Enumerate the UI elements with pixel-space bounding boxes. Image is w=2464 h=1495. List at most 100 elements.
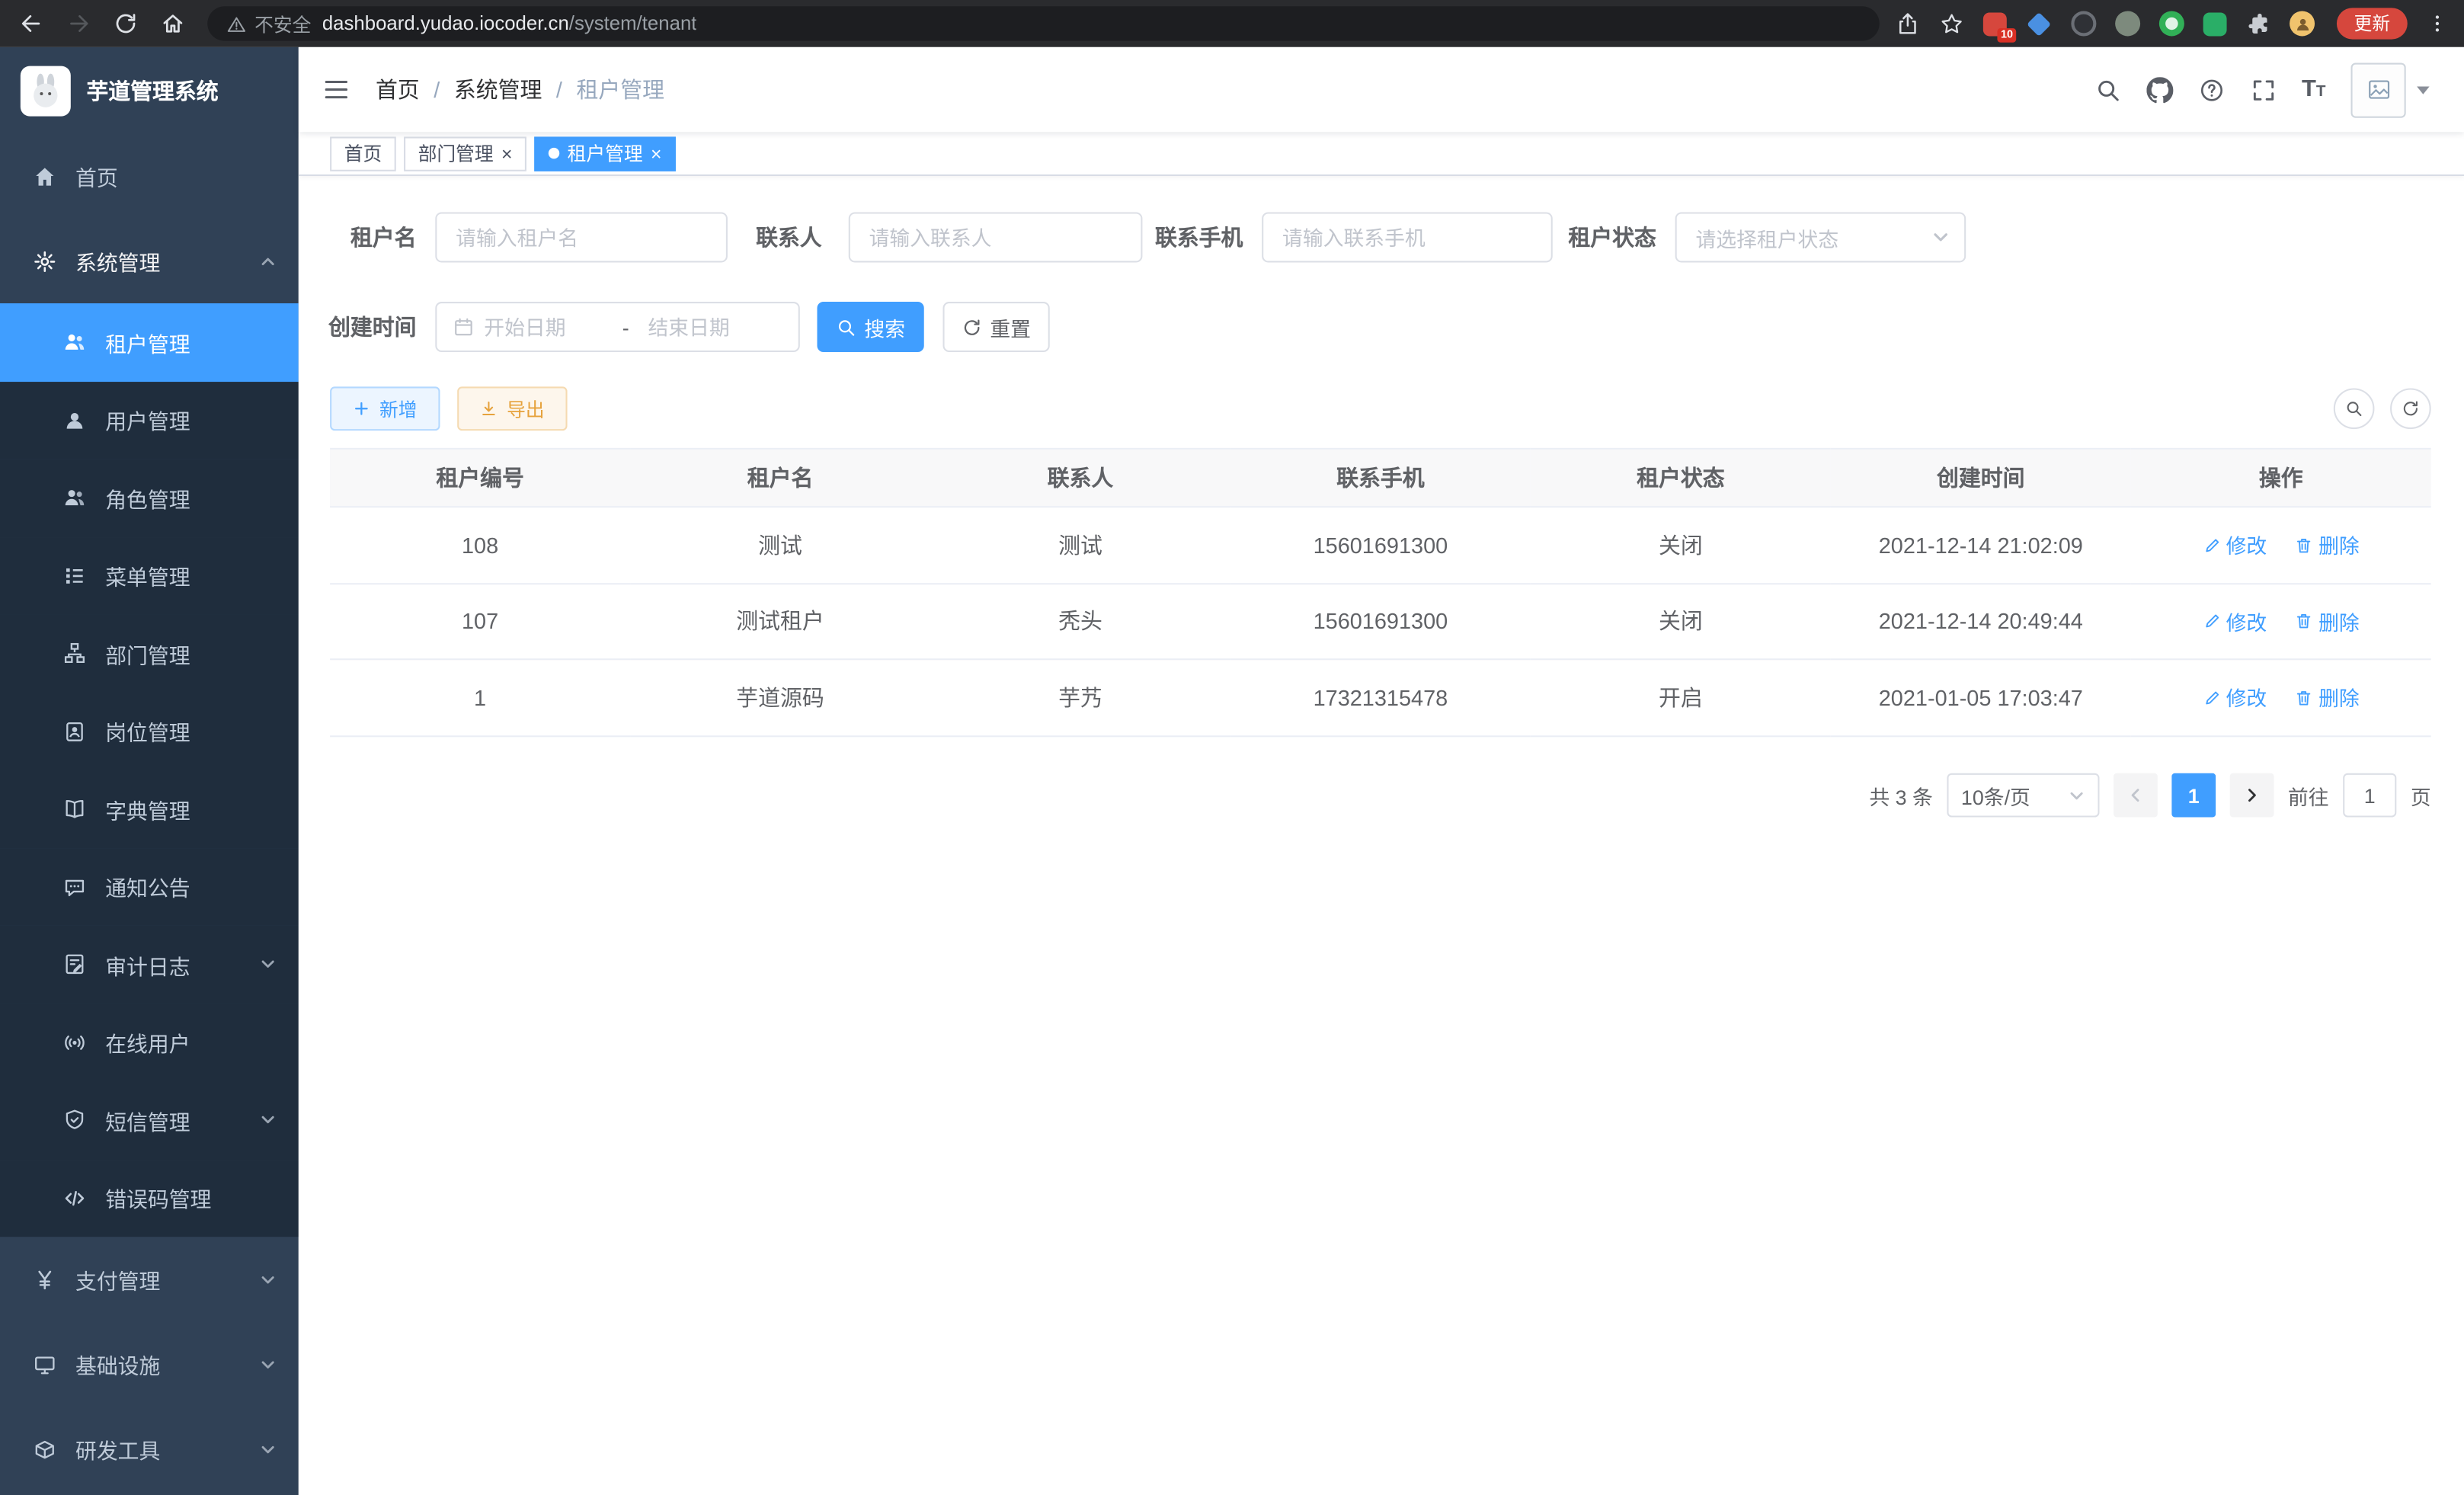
sidebar-item-user-mgmt[interactable]: 用户管理: [0, 381, 299, 459]
header-search-icon[interactable]: [2094, 76, 2121, 103]
status-select[interactable]: 请选择租户状态: [1675, 212, 1966, 262]
extension-icon-6[interactable]: [2203, 11, 2227, 35]
search-button[interactable]: 搜索: [818, 302, 924, 352]
col-tenant-id: 租户编号: [330, 449, 630, 507]
chevron-left-icon: [2126, 786, 2145, 805]
sidebar-item-role-mgmt[interactable]: 角色管理: [0, 459, 299, 536]
delete-link[interactable]: 删除: [2295, 530, 2360, 560]
profile-avatar-icon[interactable]: [2290, 11, 2315, 36]
extension-icon-2[interactable]: [2027, 11, 2051, 36]
goto-page-input[interactable]: [2343, 773, 2396, 818]
toggle-search-button[interactable]: [2334, 388, 2375, 429]
sidebar-item-label: 部门管理: [105, 638, 190, 669]
help-icon[interactable]: [2198, 76, 2225, 103]
add-button[interactable]: 新增: [330, 386, 440, 431]
export-button[interactable]: 导出: [457, 386, 567, 431]
refresh-table-button[interactable]: [2390, 388, 2431, 429]
tab-label: 首页: [344, 140, 382, 167]
reload-icon[interactable]: [114, 11, 139, 36]
sidebar-item-dev-tools[interactable]: 研发工具: [0, 1407, 299, 1491]
extension-icon-4[interactable]: [2115, 11, 2140, 36]
refresh-icon: [2402, 399, 2421, 418]
date-start-input[interactable]: [484, 315, 603, 339]
sidebar-item-dict-mgmt[interactable]: 字典管理: [0, 770, 299, 848]
delete-link[interactable]: 删除: [2295, 607, 2360, 636]
tab-dept-mgmt[interactable]: 部门管理 ×: [404, 136, 526, 170]
bookmark-star-icon[interactable]: [1939, 11, 1964, 36]
sidebar-item-payment-mgmt[interactable]: 支付管理: [0, 1237, 299, 1321]
tenant-id-cell: 108: [330, 507, 630, 583]
close-icon[interactable]: ×: [501, 144, 512, 163]
sidebar-item-audit-log[interactable]: 审计日志: [0, 926, 299, 1004]
breadcrumb-system-mgmt[interactable]: 系统管理: [454, 74, 542, 105]
created-cell: 2021-01-05 17:03:47: [1831, 659, 2131, 735]
fullscreen-icon[interactable]: [2250, 76, 2277, 103]
reset-button[interactable]: 重置: [943, 302, 1050, 352]
tags-view-bar: 首页 部门管理 × 租户管理 ×: [299, 132, 2464, 176]
status-label: 租户状态: [1540, 212, 1656, 262]
page-number-1[interactable]: 1: [2171, 773, 2216, 818]
phone-input[interactable]: [1262, 212, 1553, 262]
sidebar-item-error-code-mgmt[interactable]: 错误码管理: [0, 1159, 299, 1237]
sidebar-item-online-users[interactable]: 在线用户: [0, 1004, 299, 1081]
extension-icon-1[interactable]: 10: [1983, 11, 2007, 35]
sidebar-item-sms-mgmt[interactable]: 短信管理: [0, 1081, 299, 1159]
browser-home-icon[interactable]: [160, 11, 185, 36]
kebab-menu-icon[interactable]: [2427, 13, 2449, 35]
col-contact: 联系人: [930, 449, 1230, 507]
monitor-icon: [33, 1353, 56, 1376]
prev-page-button[interactable]: [2114, 773, 2158, 818]
address-bar[interactable]: 不安全 dashboard.yudao.iocoder.cn/system/te…: [207, 6, 1880, 40]
tenant-name-input[interactable]: [435, 212, 728, 262]
sidebar-item-tenant-mgmt[interactable]: 租户管理: [0, 303, 299, 381]
delete-link[interactable]: 删除: [2295, 683, 2360, 712]
sidebar-item-system-mgmt[interactable]: 系统管理: [0, 219, 299, 303]
update-button[interactable]: 更新: [2337, 8, 2408, 39]
user-avatar-dropdown[interactable]: [2351, 62, 2430, 117]
extension-icon-5[interactable]: [2159, 11, 2184, 36]
font-size-icon[interactable]: TT: [2302, 75, 2326, 104]
close-icon[interactable]: ×: [651, 144, 661, 163]
next-page-button[interactable]: [2230, 773, 2274, 818]
date-range-picker[interactable]: -: [435, 302, 800, 352]
sidebar-item-label: 研发工具: [75, 1433, 160, 1465]
url-path: /system/tenant: [569, 13, 697, 35]
book-icon: [63, 797, 87, 821]
contact-cell: 秃头: [930, 583, 1230, 659]
url-text: dashboard.yudao.iocoder.cn/system/tenant: [322, 13, 697, 35]
breadcrumb-home[interactable]: 首页: [376, 74, 420, 105]
edit-link[interactable]: 修改: [2203, 530, 2267, 560]
share-icon[interactable]: [1895, 11, 1920, 36]
tab-tenant-mgmt[interactable]: 租户管理 ×: [534, 136, 676, 170]
sidebar-item-dept-mgmt[interactable]: 部门管理: [0, 614, 299, 692]
extensions-puzzle-icon[interactable]: [2245, 11, 2270, 36]
table-row: 1 芋道源码 芋艿 17321315478 开启 2021-01-05 17:0…: [330, 659, 2431, 735]
sidebar-item-post-mgmt[interactable]: 岗位管理: [0, 693, 299, 770]
reset-button-label: 重置: [990, 312, 1031, 341]
edit-label: 修改: [2226, 530, 2267, 560]
date-separator: -: [613, 315, 638, 339]
calendar-icon: [453, 316, 475, 338]
shield-icon: [63, 1109, 87, 1132]
status-select-placeholder: 请选择租户状态: [1695, 222, 1838, 252]
broken-image-icon: [2366, 77, 2391, 102]
back-icon[interactable]: [19, 11, 44, 36]
sidebar-item-infrastructure[interactable]: 基础设施: [0, 1322, 299, 1407]
security-chip[interactable]: 不安全: [226, 10, 311, 37]
date-end-input[interactable]: [648, 315, 767, 339]
edit-link[interactable]: 修改: [2203, 607, 2267, 636]
sidebar-item-home[interactable]: 首页: [0, 133, 299, 218]
logo[interactable]: 芋道管理系统: [0, 47, 299, 133]
contact-input[interactable]: [849, 212, 1143, 262]
github-icon[interactable]: [2146, 76, 2173, 103]
edit-link[interactable]: 修改: [2203, 683, 2267, 712]
total-count: 共 3 条: [1869, 780, 1932, 810]
sidebar-item-menu-mgmt[interactable]: 菜单管理: [0, 536, 299, 614]
page-size-select[interactable]: 10条/页: [1947, 773, 2099, 818]
screen: 不安全 dashboard.yudao.iocoder.cn/system/te…: [0, 0, 2464, 1495]
menu-fold-icon[interactable]: [322, 75, 350, 104]
extension-icon-3[interactable]: [2071, 11, 2096, 36]
tab-home[interactable]: 首页: [330, 136, 396, 170]
forward-icon[interactable]: [66, 11, 91, 36]
sidebar-item-notice[interactable]: 通知公告: [0, 848, 299, 926]
